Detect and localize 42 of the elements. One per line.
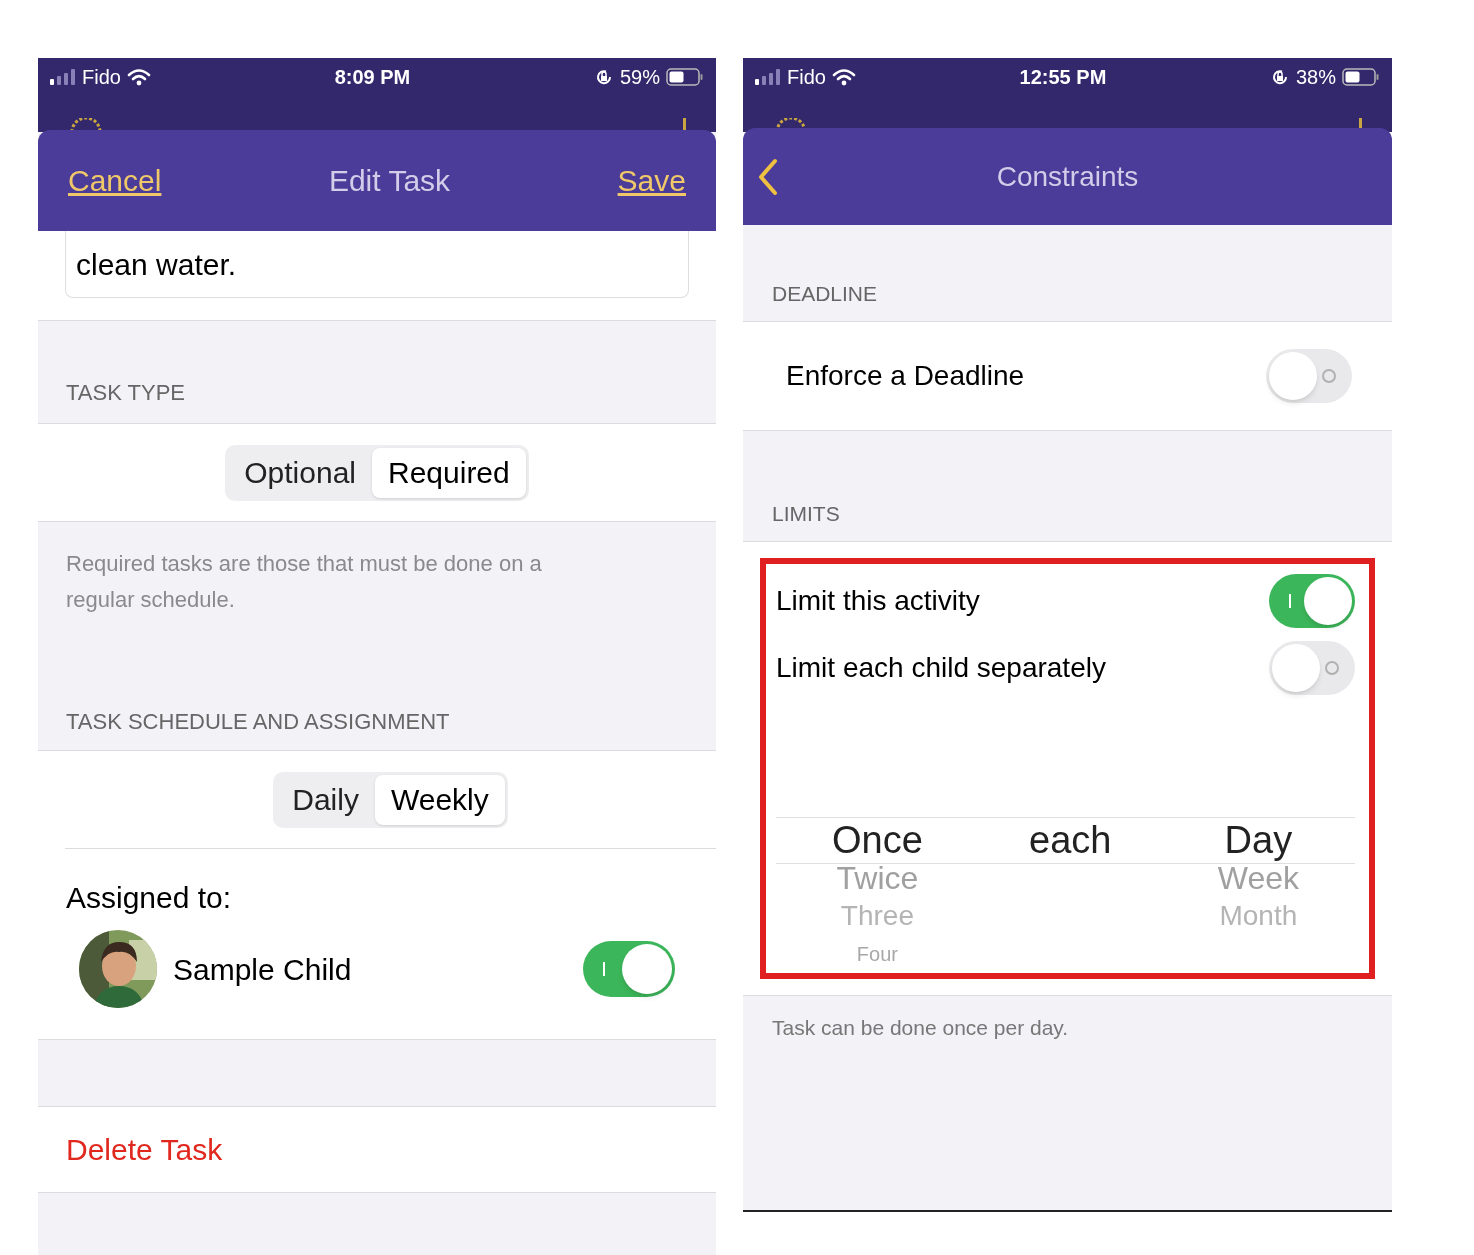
wifi-icon: [126, 68, 151, 86]
setting-label: Limit this activity: [776, 584, 980, 619]
assignee-name: Sample Child: [173, 951, 353, 988]
signal-icon: [755, 69, 781, 85]
picker-option[interactable]: Day: [1224, 821, 1293, 859]
screen-title: Constraints: [996, 159, 1139, 194]
save-link[interactable]: Save: [617, 158, 686, 203]
battery-icon: [1342, 67, 1380, 87]
wifi-icon: [831, 68, 856, 86]
segment-tab[interactable]: Daily: [276, 774, 375, 825]
setting-label: Limit each child separately: [776, 651, 1106, 686]
battery-percent: 59%: [619, 65, 660, 90]
toggle-switch[interactable]: [583, 941, 675, 997]
section-header: LIMITS: [772, 500, 840, 527]
cancel-link[interactable]: Cancel: [68, 158, 162, 203]
section-header: DEADLINE: [772, 280, 878, 307]
toggle-switch[interactable]: [1269, 574, 1355, 629]
section-footer: Required tasks are those that must be done on a regular schedule.: [66, 546, 606, 618]
picker-option[interactable]: each: [1029, 821, 1112, 859]
status-time: 12:55 PM: [1019, 65, 1107, 90]
segment-tab[interactable]: Weekly: [374, 774, 505, 825]
battery-percent: 38%: [1295, 65, 1336, 90]
toggle-switch[interactable]: [1266, 349, 1352, 403]
picker-option[interactable]: Once: [832, 821, 923, 859]
back-icon: [757, 157, 779, 196]
section-footer: Task can be done once per day.: [772, 1012, 1363, 1044]
carrier-name: Fido: [82, 65, 121, 90]
signal-icon: [50, 69, 76, 85]
gear-icon: [68, 118, 104, 132]
section-header: TASK TYPE: [66, 379, 185, 407]
toggle-switch[interactable]: [1269, 641, 1355, 696]
screen-title: Edit Task: [328, 163, 451, 199]
description-field[interactable]: clean water.: [65, 231, 689, 298]
carrier-name: Fido: [787, 65, 826, 90]
segment-tab[interactable]: Optional: [228, 447, 372, 498]
battery-icon: [666, 67, 704, 87]
setting-label: Enforce a Deadline: [786, 359, 1025, 393]
segment-tab[interactable]: Required: [372, 447, 526, 498]
section-header: TASK SCHEDULE AND ASSIGNMENT: [66, 708, 450, 736]
assigned-label: Assigned to:: [65, 880, 233, 916]
delete-task-button[interactable]: Delete Task: [66, 1127, 223, 1172]
status-time: 8:09 PM: [334, 65, 411, 90]
